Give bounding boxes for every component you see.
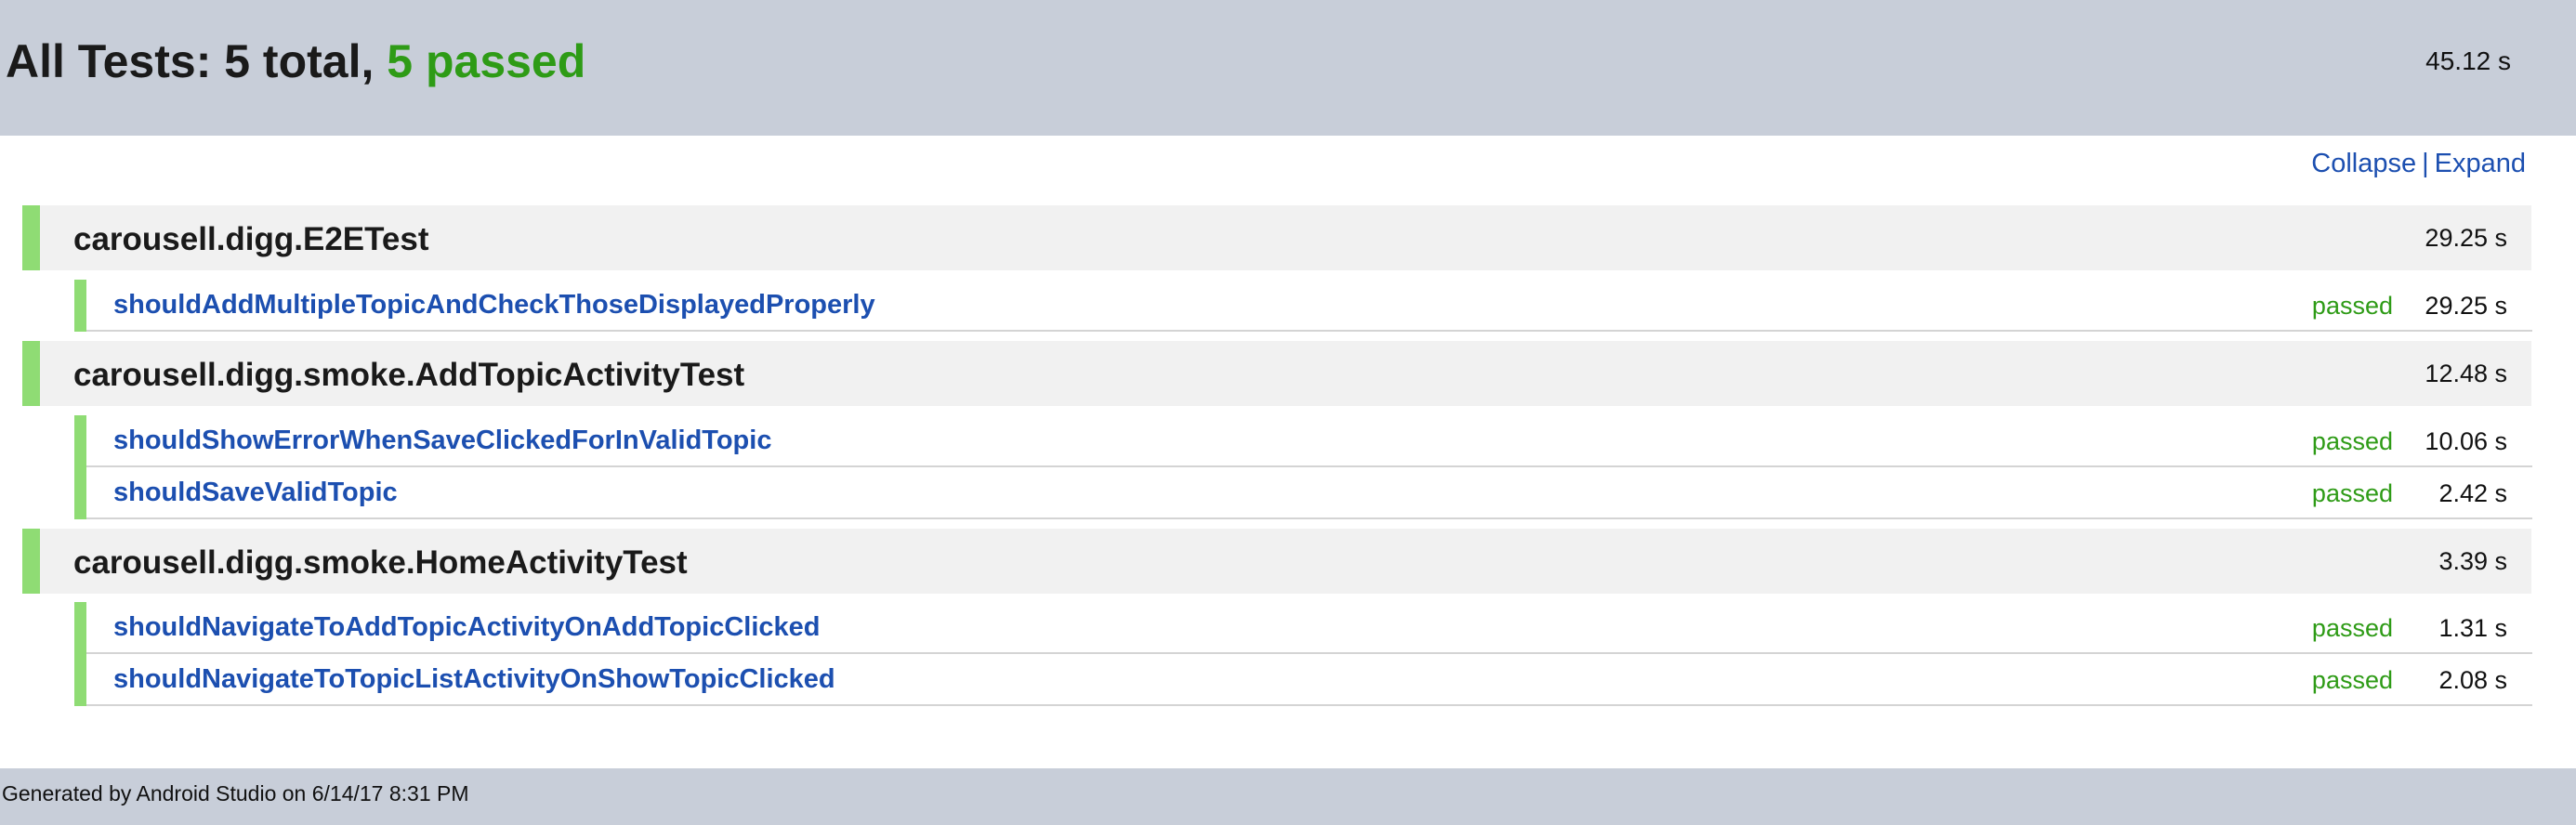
- suite-duration: 29.25 s: [2425, 224, 2507, 252]
- summary-title: All Tests: 5 total, 5 passed: [6, 32, 585, 91]
- suite-row[interactable]: carousell.digg.E2ETest 29.25 s: [22, 205, 2531, 270]
- test-duration: 29.25 s: [2425, 292, 2507, 320]
- suite-duration: 3.39 s: [2438, 547, 2507, 575]
- test-row: shouldNavigateToTopicListActivityOnShowT…: [74, 654, 2532, 706]
- test-name-link[interactable]: shouldNavigateToAddTopicActivityOnAddTop…: [113, 612, 821, 643]
- report-header: All Tests: 5 total, 5 passed 45.12 s: [0, 0, 2576, 136]
- test-duration: 1.31 s: [2438, 614, 2507, 642]
- suite-duration: 12.48 s: [2425, 360, 2507, 387]
- collapse-link[interactable]: Collapse: [2311, 149, 2416, 178]
- test-status-bar: [74, 602, 86, 654]
- summary-passed: 5 passed: [387, 35, 586, 87]
- total-duration: 45.12 s: [2425, 46, 2511, 75]
- suite-name: carousell.digg.smoke.AddTopicActivityTes…: [73, 357, 745, 393]
- test-status: passed: [2311, 427, 2393, 455]
- suite-row[interactable]: carousell.digg.smoke.AddTopicActivityTes…: [22, 341, 2531, 406]
- expand-link[interactable]: Expand: [2435, 149, 2526, 178]
- suite-status-bar: [22, 205, 40, 270]
- generated-by-text: Generated by Android Studio on 6/14/17 8…: [2, 781, 469, 805]
- suite-status-bar: [22, 341, 40, 406]
- controls-separator: |: [2422, 149, 2429, 178]
- suite-name: carousell.digg.smoke.HomeActivityTest: [73, 544, 688, 581]
- test-name-link[interactable]: shouldSaveValidTopic: [113, 478, 398, 508]
- test-row: shouldNavigateToAddTopicActivityOnAddTop…: [74, 602, 2532, 654]
- summary-total: All Tests: 5 total,: [6, 35, 388, 87]
- collapse-expand-controls: Collapse | Expand: [2311, 149, 2526, 179]
- test-status-bar: [74, 415, 86, 467]
- test-row: shouldSaveValidTopic passed 2.42 s: [74, 467, 2532, 519]
- test-row: shouldAddMultipleTopicAndCheckThoseDispl…: [74, 280, 2532, 332]
- suite-name: carousell.digg.E2ETest: [73, 221, 429, 257]
- test-name-link[interactable]: shouldAddMultipleTopicAndCheckThoseDispl…: [113, 290, 875, 321]
- test-status: passed: [2311, 479, 2393, 507]
- test-status: passed: [2311, 292, 2393, 320]
- test-duration: 10.06 s: [2425, 427, 2507, 455]
- suite-status-bar: [22, 529, 40, 594]
- test-name-link[interactable]: shouldShowErrorWhenSaveClickedForInValid…: [113, 426, 771, 456]
- suite-row[interactable]: carousell.digg.smoke.HomeActivityTest 3.…: [22, 529, 2531, 594]
- test-status-bar: [74, 280, 86, 332]
- test-status-bar: [74, 654, 86, 706]
- test-name-link[interactable]: shouldNavigateToTopicListActivityOnShowT…: [113, 664, 835, 695]
- test-duration: 2.08 s: [2438, 666, 2507, 694]
- test-duration: 2.42 s: [2438, 479, 2507, 507]
- test-status: passed: [2311, 614, 2393, 642]
- test-row: shouldShowErrorWhenSaveClickedForInValid…: [74, 415, 2532, 467]
- report-footer: Generated by Android Studio on 6/14/17 8…: [0, 768, 2576, 825]
- test-status-bar: [74, 467, 86, 519]
- test-status: passed: [2311, 666, 2393, 694]
